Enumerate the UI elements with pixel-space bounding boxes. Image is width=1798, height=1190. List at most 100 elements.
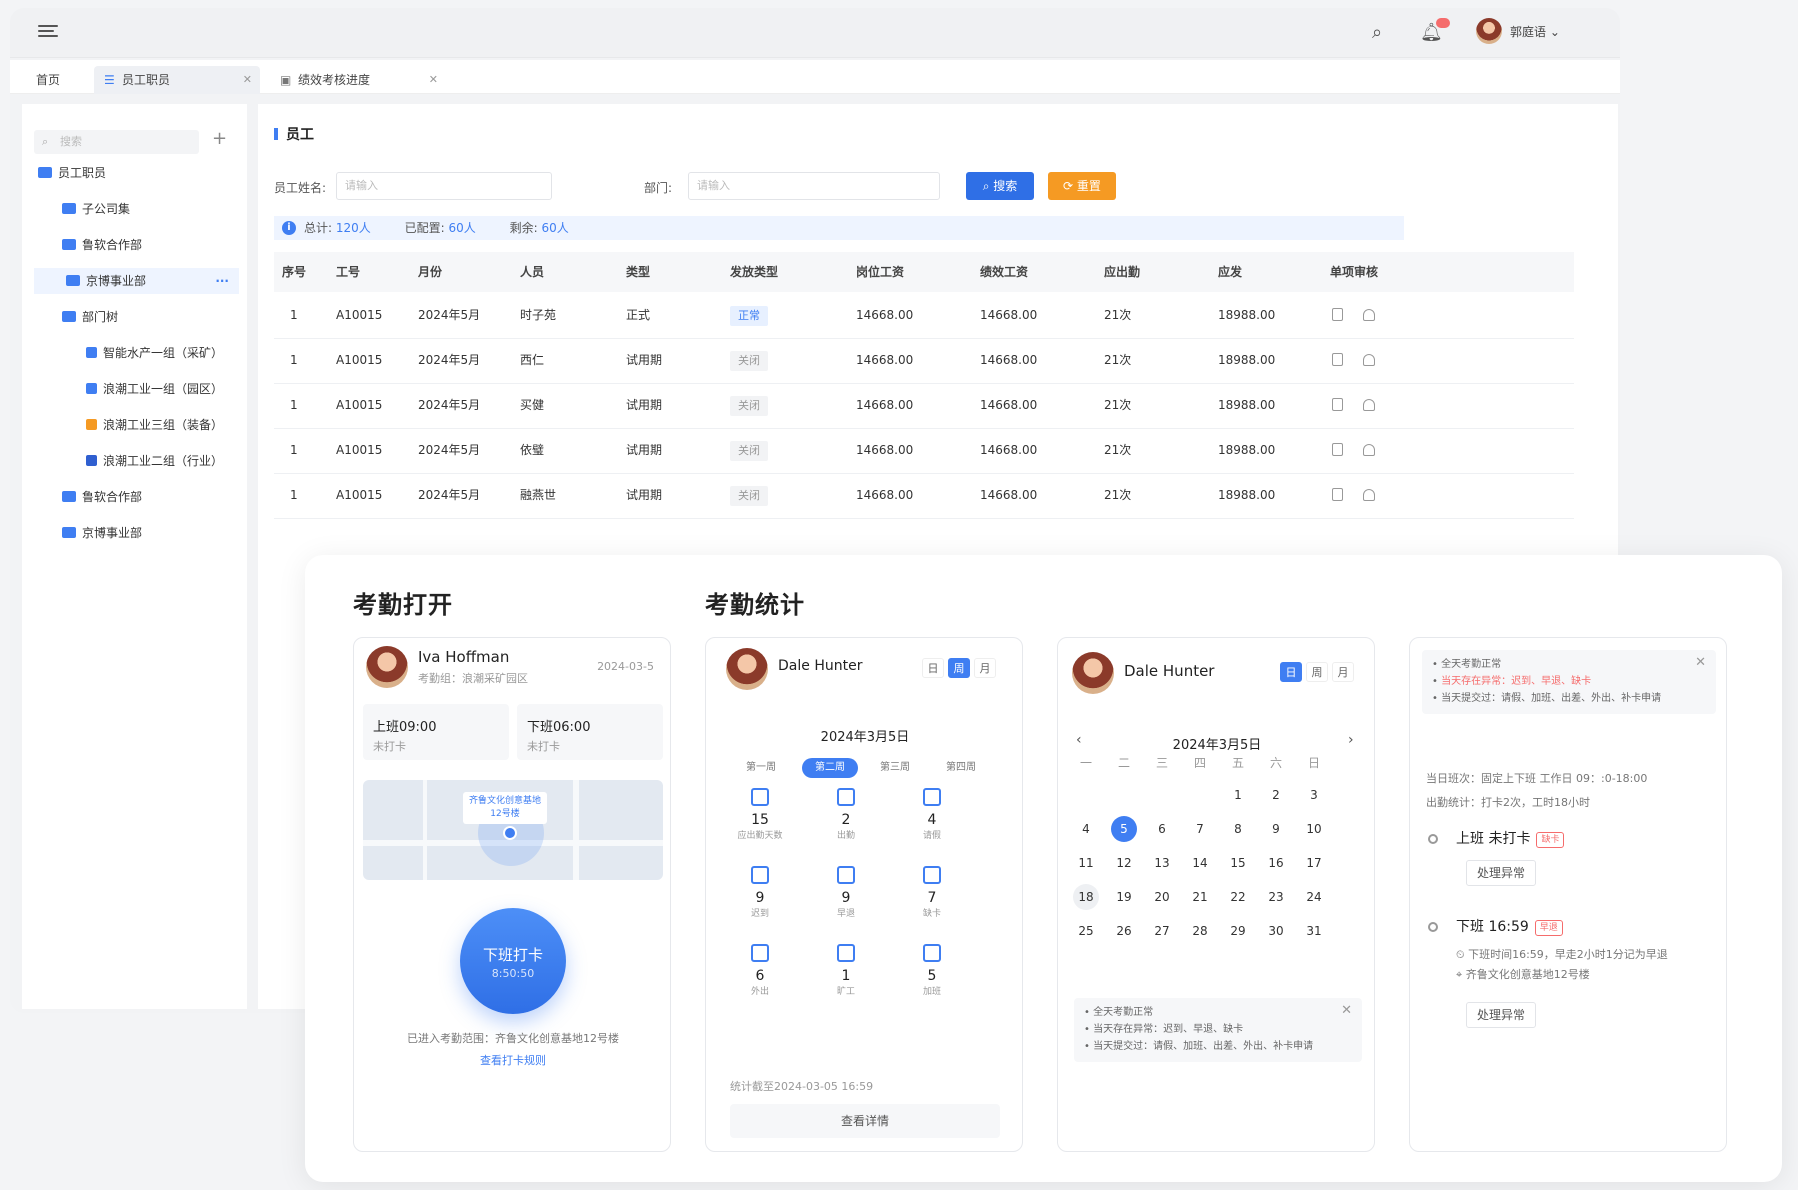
- document-icon[interactable]: [1332, 398, 1343, 411]
- document-icon[interactable]: [1332, 353, 1343, 366]
- calendar-day[interactable]: 26: [1108, 916, 1140, 946]
- calendar-day[interactable]: 30: [1260, 916, 1292, 946]
- stat-item[interactable]: 4 请假: [892, 788, 972, 841]
- search-input[interactable]: ⌕ 搜索: [34, 130, 199, 154]
- calendar-day[interactable]: 8: [1222, 814, 1254, 844]
- handle-button[interactable]: 处理异常: [1466, 860, 1537, 886]
- calendar-day[interactable]: 1: [1222, 780, 1254, 810]
- stat-item[interactable]: 1 旷工: [806, 944, 886, 997]
- table-row[interactable]: 1 A10015 2024年5月 时子苑 正式 正常 14668.00 14668.00 21次…: [274, 294, 1574, 339]
- user-name[interactable]: 郭庭语 ⌄: [1510, 23, 1560, 40]
- document-icon[interactable]: [1332, 488, 1343, 501]
- calendar-day[interactable]: 21: [1184, 882, 1216, 912]
- week-tab[interactable]: 第四周: [936, 758, 986, 778]
- user-icon[interactable]: [1363, 399, 1375, 411]
- tree-item[interactable]: 子公司集: [62, 196, 130, 222]
- tree-item[interactable]: 智能水产一组（采矿）: [86, 340, 223, 366]
- calendar-day[interactable]: 6: [1146, 814, 1178, 844]
- detail-button[interactable]: 查看详情: [730, 1104, 1000, 1138]
- calendar-day[interactable]: 31: [1298, 916, 1330, 946]
- calendar-day[interactable]: 27: [1146, 916, 1178, 946]
- close-icon[interactable]: ✕: [1341, 1002, 1352, 1019]
- table-row[interactable]: 1 A10015 2024年5月 依璧 试用期 关闭 14668.00 14668.00 21次…: [274, 429, 1574, 474]
- document-icon[interactable]: [1332, 443, 1343, 456]
- dept-label: 部门:: [644, 181, 673, 195]
- calendar-day[interactable]: 18: [1073, 884, 1099, 910]
- tree-item[interactable]: 浪潮工业一组（园区）: [86, 376, 223, 402]
- stat-item[interactable]: 7 缺卡: [892, 866, 972, 919]
- calendar-day[interactable]: 22: [1222, 882, 1254, 912]
- table-row[interactable]: 1 A10015 2024年5月 融燕世 试用期 关闭 14668.00 14668.00 21…: [274, 474, 1574, 519]
- tree-item-selected[interactable]: 京博事业部 ···: [34, 268, 239, 294]
- stat-item[interactable]: 6 外出: [720, 944, 800, 997]
- calendar-day[interactable]: 20: [1146, 882, 1178, 912]
- period-switch[interactable]: 日周月: [1280, 662, 1354, 682]
- column-header: 人员: [520, 265, 545, 279]
- calendar-day[interactable]: 5: [1111, 816, 1137, 842]
- tab-staff[interactable]: ☰ 员工职员 ✕: [94, 66, 260, 94]
- stat-item[interactable]: 9 迟到: [720, 866, 800, 919]
- user-icon[interactable]: [1363, 489, 1375, 501]
- tab-home[interactable]: 首页: [26, 66, 70, 94]
- reset-button[interactable]: ⟳ 重置: [1048, 172, 1116, 200]
- calendar-day[interactable]: 24: [1298, 882, 1330, 912]
- stat-item[interactable]: 15 应出勤天数: [720, 788, 800, 841]
- close-icon[interactable]: ✕: [429, 66, 438, 94]
- calendar-day[interactable]: 10: [1298, 814, 1330, 844]
- calendar-day[interactable]: 12: [1108, 848, 1140, 878]
- stat-item[interactable]: 9 早退: [806, 866, 886, 919]
- calendar-day[interactable]: 14: [1184, 848, 1216, 878]
- calendar-day[interactable]: 19: [1108, 882, 1140, 912]
- clock-out-button[interactable]: 下班打卡 8:50:50: [460, 908, 566, 1014]
- search-button[interactable]: ⌕ 搜索: [966, 172, 1034, 200]
- name-input[interactable]: 请输入: [336, 172, 552, 200]
- table-row[interactable]: 1 A10015 2024年5月 西仁 试用期 关闭 14668.00 14668.00 21次…: [274, 339, 1574, 384]
- avatar[interactable]: [1476, 18, 1502, 44]
- calendar-day[interactable]: 29: [1222, 916, 1254, 946]
- tab-performance[interactable]: ▣ 绩效考核进度 ✕: [270, 66, 446, 94]
- table-row[interactable]: 1 A10015 2024年5月 买健 试用期 关闭 14668.00 14668.00 21次…: [274, 384, 1574, 429]
- week-tab[interactable]: 第三周: [870, 758, 920, 778]
- search-icon[interactable]: ⌕: [1372, 22, 1382, 43]
- user-icon[interactable]: [1363, 309, 1375, 321]
- calendar-day[interactable]: 2: [1260, 780, 1292, 810]
- handle-button[interactable]: 处理异常: [1466, 1002, 1537, 1028]
- calendar-day[interactable]: 25: [1070, 916, 1102, 946]
- calendar-day[interactable]: 4: [1070, 814, 1102, 844]
- user-icon[interactable]: [1363, 354, 1375, 366]
- period-switch[interactable]: 日周月: [922, 658, 996, 678]
- close-icon[interactable]: ✕: [243, 66, 252, 94]
- tree-item[interactable]: 鲁软合作部: [62, 484, 142, 510]
- more-icon[interactable]: ···: [215, 268, 229, 294]
- location-map[interactable]: 齐鲁文化创意基地 12号楼: [363, 780, 663, 880]
- user-icon[interactable]: [1363, 444, 1375, 456]
- menu-icon[interactable]: [38, 22, 58, 40]
- calendar-day[interactable]: 23: [1260, 882, 1292, 912]
- rule-link[interactable]: 查看打卡规则: [354, 1052, 670, 1068]
- calendar-day[interactable]: 11: [1070, 848, 1102, 878]
- group-icon: [86, 455, 97, 466]
- calendar-day[interactable]: 17: [1298, 848, 1330, 878]
- dept-input[interactable]: 请输入: [688, 172, 940, 200]
- calendar-day[interactable]: 15: [1222, 848, 1254, 878]
- tree-item-root[interactable]: 员工职员: [38, 160, 106, 186]
- tree-item[interactable]: 浪潮工业三组（装备）: [86, 412, 223, 438]
- add-icon[interactable]: +: [212, 128, 227, 149]
- row-actions: [1332, 429, 1375, 471]
- calendar-day[interactable]: 13: [1146, 848, 1178, 878]
- calendar-day[interactable]: 28: [1184, 916, 1216, 946]
- calendar-day[interactable]: 3: [1298, 780, 1330, 810]
- calendar-day[interactable]: 9: [1260, 814, 1292, 844]
- calendar-day[interactable]: 16: [1260, 848, 1292, 878]
- tree-item[interactable]: 鲁软合作部: [62, 232, 142, 258]
- calendar-day[interactable]: 7: [1184, 814, 1216, 844]
- tree-item[interactable]: 浪潮工业二组（行业）: [86, 448, 223, 474]
- close-icon[interactable]: ✕: [1695, 654, 1706, 671]
- week-tab-active[interactable]: 第二周: [802, 758, 858, 778]
- stat-item[interactable]: 2 出勤: [806, 788, 886, 841]
- tree-item[interactable]: 部门树: [62, 304, 118, 330]
- document-icon[interactable]: [1332, 308, 1343, 321]
- stat-item[interactable]: 5 加班: [892, 944, 972, 997]
- week-tab[interactable]: 第一周: [736, 758, 786, 778]
- tree-item[interactable]: 京博事业部: [62, 520, 142, 546]
